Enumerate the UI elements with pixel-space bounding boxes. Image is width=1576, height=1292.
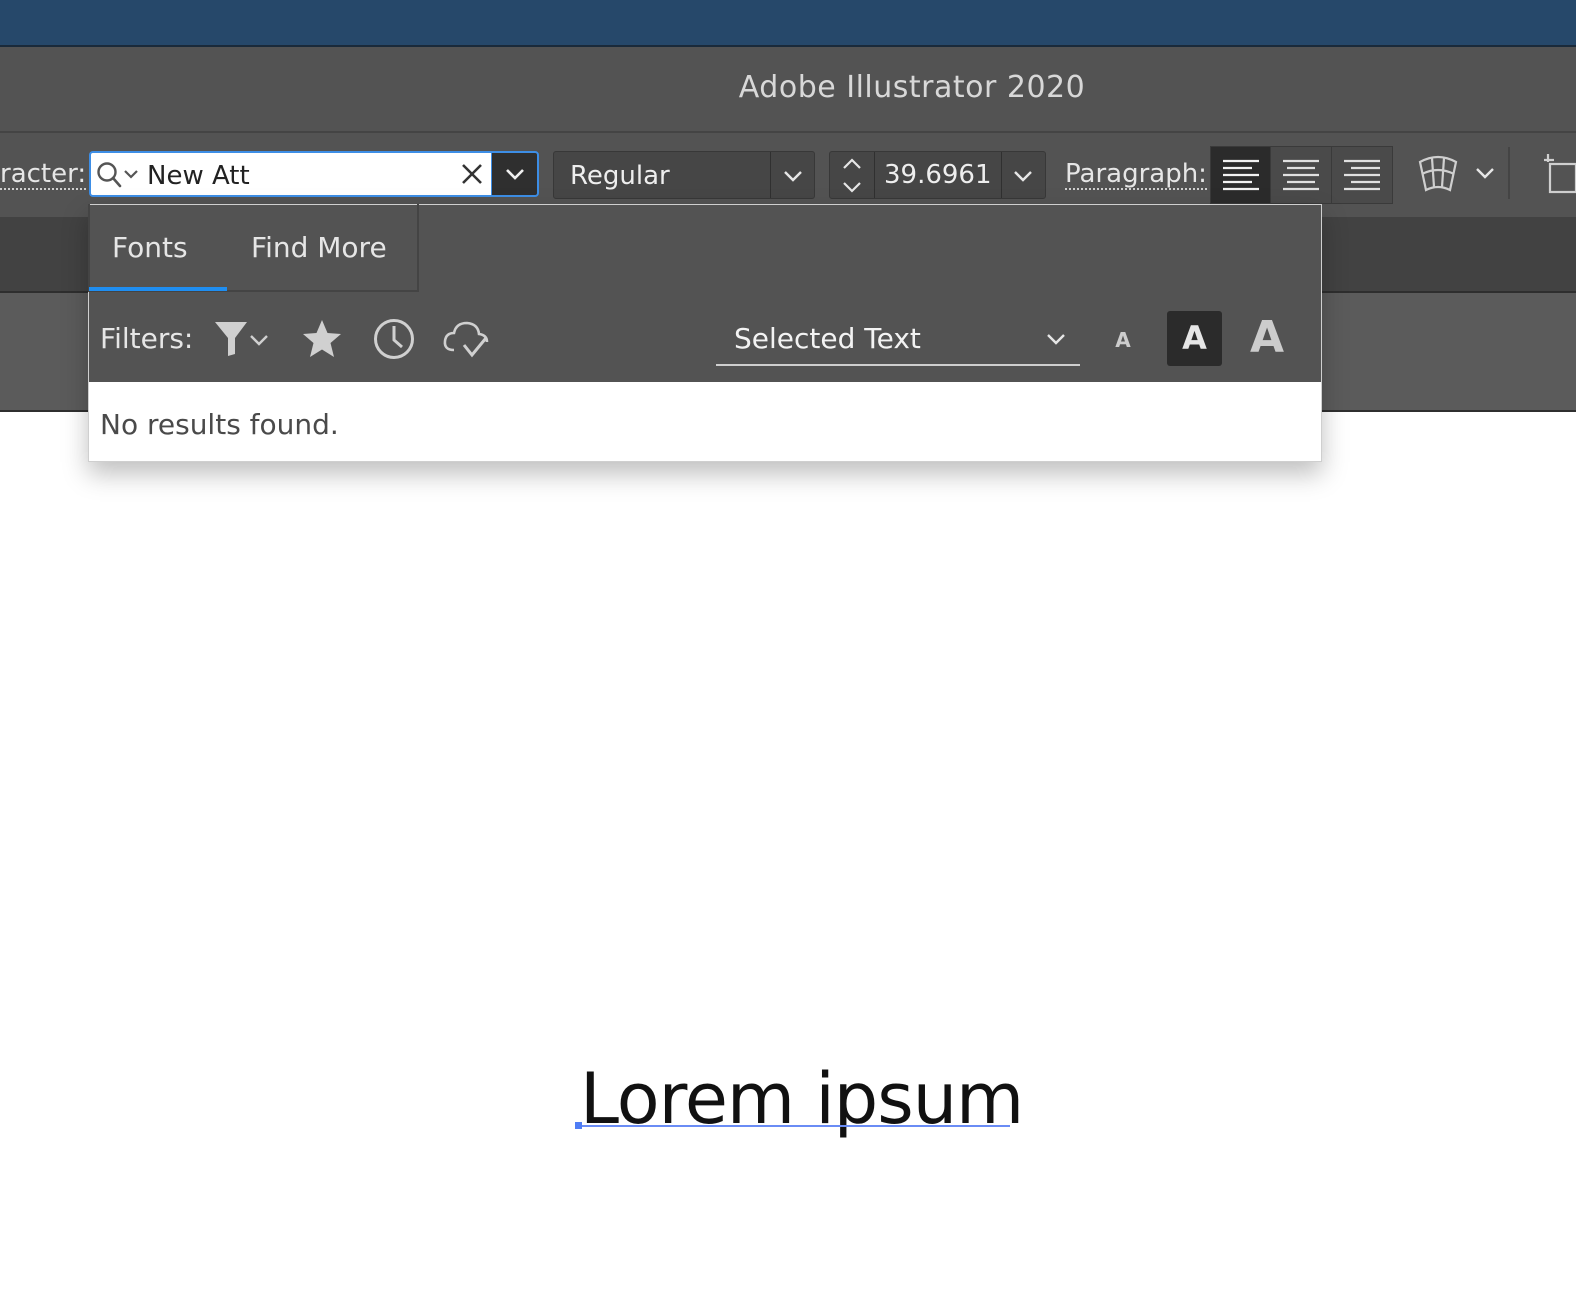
canvas-text-object[interactable]: Lorem ipsum — [580, 1058, 1024, 1140]
font-style-value: Regular — [570, 161, 670, 191]
clock-icon[interactable] — [372, 317, 416, 361]
preview-size-small[interactable]: A — [1108, 327, 1138, 353]
font-search-input[interactable]: New Att — [147, 161, 250, 191]
preview-size-large[interactable]: A — [1244, 313, 1290, 363]
align-left-icon — [1222, 159, 1259, 191]
tab-fonts[interactable]: Fonts — [112, 231, 188, 264]
chevron-down-icon — [1047, 334, 1065, 345]
chevron-down-icon[interactable] — [841, 180, 863, 194]
text-anchor-point[interactable] — [575, 1122, 582, 1129]
text-baseline — [580, 1125, 1010, 1127]
font-size-stepper[interactable] — [830, 152, 875, 198]
no-results-message: No results found. — [100, 408, 339, 441]
active-tab-indicator — [89, 287, 227, 291]
toolbar-divider — [1508, 147, 1510, 199]
align-right-icon — [1343, 159, 1380, 191]
preview-size-medium[interactable]: A — [1167, 311, 1222, 366]
cloud-check-icon[interactable] — [442, 318, 490, 360]
preview-text-dropdown[interactable]: Selected Text — [716, 318, 1080, 366]
chevron-down-icon — [505, 169, 524, 180]
filter-icon[interactable] — [213, 318, 273, 358]
chevron-down-icon[interactable] — [1474, 166, 1496, 180]
font-size-input[interactable]: 39.6961 — [884, 160, 992, 190]
desktop-background — [0, 0, 1576, 47]
preview-text-value: Selected Text — [734, 322, 921, 355]
align-center-icon — [1283, 159, 1320, 191]
font-results-list: No results found. — [89, 382, 1321, 461]
chevron-down-icon[interactable] — [782, 169, 804, 183]
chevron-up-icon[interactable] — [841, 157, 863, 171]
filters-label: Filters: — [100, 322, 194, 355]
clear-search-icon[interactable] — [457, 159, 487, 189]
font-family-search[interactable]: New Att — [89, 151, 491, 197]
align-center-button[interactable] — [1271, 147, 1332, 203]
star-icon[interactable] — [300, 318, 344, 360]
search-icon[interactable] — [95, 160, 141, 190]
font-size-field[interactable]: 39.6961 — [829, 151, 1046, 199]
character-label[interactable]: racter: — [0, 160, 87, 190]
align-right-button[interactable] — [1332, 147, 1392, 203]
window-title: Adobe Illustrator 2020 — [738, 70, 1086, 105]
chevron-down-icon[interactable] — [1012, 169, 1034, 183]
tab-find-more[interactable]: Find More — [251, 231, 387, 264]
paragraph-label[interactable]: Paragraph: — [1065, 160, 1207, 190]
font-family-dropdown-button[interactable] — [491, 151, 539, 197]
transform-icon[interactable] — [1540, 154, 1576, 194]
envelope-warp-icon[interactable] — [1416, 154, 1460, 194]
paragraph-align-group — [1210, 146, 1393, 204]
align-left-button[interactable] — [1211, 147, 1272, 203]
font-style-select[interactable]: Regular — [553, 151, 815, 199]
